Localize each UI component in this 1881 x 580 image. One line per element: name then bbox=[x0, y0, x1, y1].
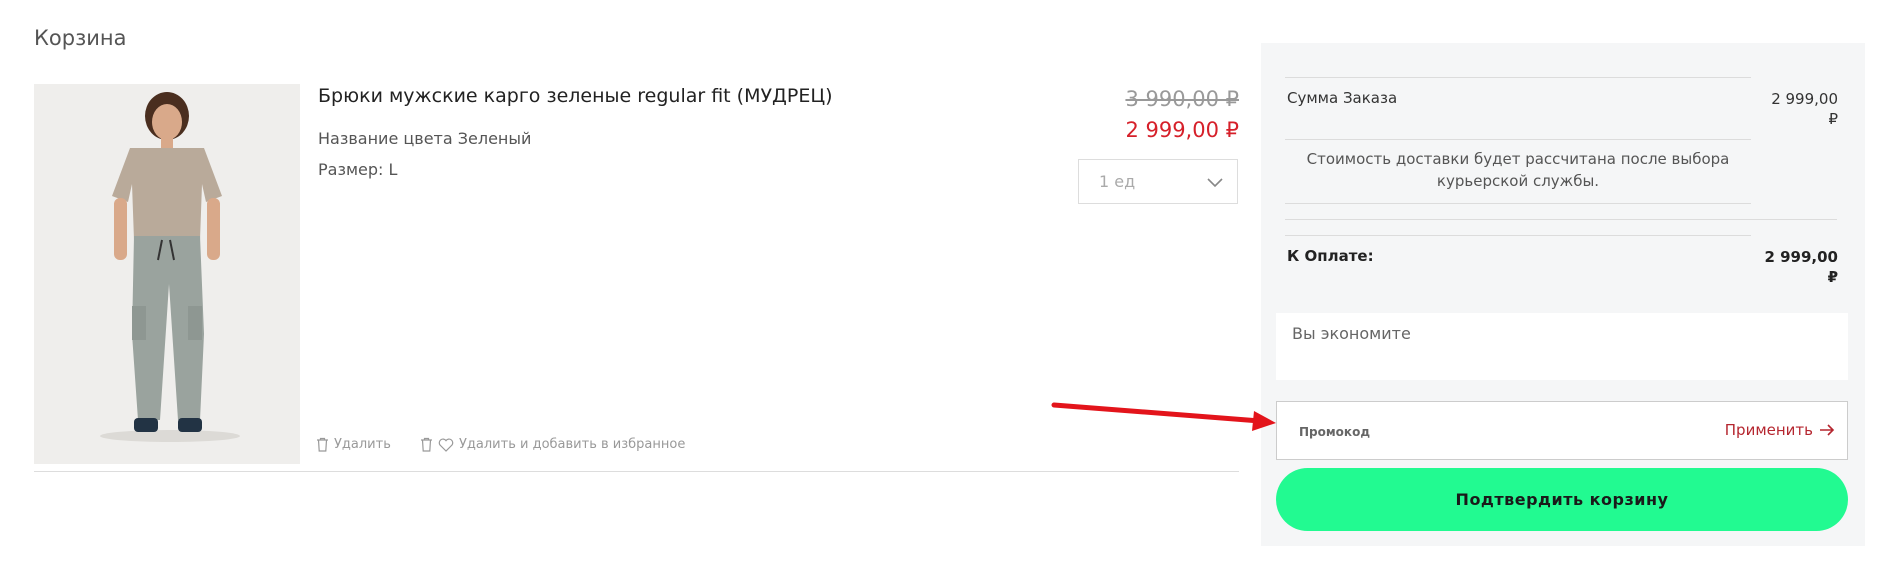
savings-label: Вы экономите bbox=[1292, 324, 1411, 343]
delete-button[interactable]: Удалить bbox=[316, 437, 391, 452]
total-label: К Оплате: bbox=[1287, 247, 1374, 265]
old-price: 3 990,00 ₽ bbox=[1125, 87, 1239, 111]
arrow-right-icon bbox=[1820, 424, 1835, 436]
divider bbox=[1285, 77, 1751, 78]
apply-promo-button[interactable]: Применить bbox=[1725, 421, 1835, 439]
delete-label: Удалить bbox=[334, 437, 391, 452]
trash-icon bbox=[421, 437, 432, 452]
delete-and-favorite-button[interactable]: Удалить и добавить в избранное bbox=[420, 437, 685, 452]
savings-box: Вы экономите bbox=[1276, 313, 1848, 380]
chevron-down-icon bbox=[1207, 178, 1223, 188]
delivery-note: Стоимость доставки будет рассчитана посл… bbox=[1306, 150, 1730, 190]
trash-icon bbox=[317, 437, 328, 452]
annotation-arrow-icon bbox=[1051, 402, 1276, 431]
heart-icon bbox=[438, 438, 454, 452]
current-price: 2 999,00 ₽ bbox=[1125, 118, 1239, 142]
apply-label: Применить bbox=[1724, 421, 1813, 439]
quantity-select[interactable]: 1 ед bbox=[1078, 159, 1238, 204]
order-sum-value: 2 999,00 ₽ bbox=[1771, 90, 1838, 128]
product-color: Название цвета Зеленый bbox=[318, 129, 532, 148]
divider bbox=[1285, 203, 1751, 204]
product-image[interactable] bbox=[34, 84, 300, 464]
quantity-value: 1 ед bbox=[1099, 172, 1136, 191]
divider bbox=[1285, 219, 1837, 220]
product-photo bbox=[34, 84, 300, 464]
product-name[interactable]: Брюки мужские карго зеленые regular fit … bbox=[318, 85, 833, 107]
promo-code-field: Применить bbox=[1276, 401, 1848, 460]
delete-fav-label: Удалить и добавить в избранное bbox=[459, 437, 686, 452]
confirm-cart-button[interactable]: Подтвердить корзину bbox=[1276, 468, 1848, 531]
divider bbox=[1285, 235, 1751, 236]
total-value: 2 999,00 ₽ bbox=[1764, 248, 1838, 286]
promo-code-input[interactable] bbox=[1297, 416, 1661, 448]
page-title: Корзина bbox=[34, 26, 127, 50]
product-size: Размер: L bbox=[318, 160, 398, 179]
divider bbox=[34, 471, 1239, 472]
order-sum-label: Сумма Заказа bbox=[1287, 89, 1398, 107]
divider bbox=[1285, 139, 1751, 140]
